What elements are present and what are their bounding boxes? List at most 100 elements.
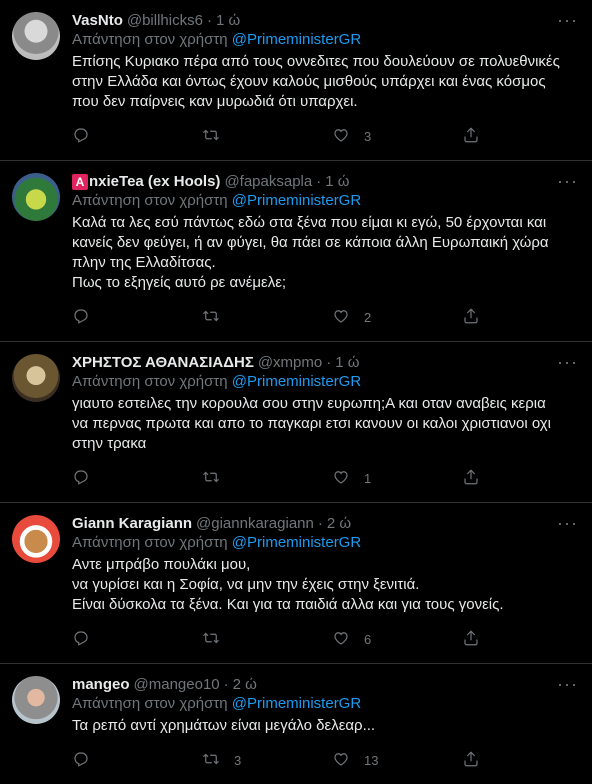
reply-button[interactable] [72, 629, 202, 650]
tweet-text-line: Καλά τα λες εσύ πάντως εδώ στα ξένα που … [72, 214, 547, 231]
tweet-text-line: να περνας πρωτα και απο το παγκαρι ετσι … [72, 415, 551, 432]
timestamp[interactable]: 1 ώ [216, 12, 240, 29]
separator-dot: · [317, 514, 323, 532]
mention-link[interactable]: @PrimeministerGR [232, 695, 361, 712]
tweet-text-line: γιαυτο εστειλες την κορουλα σου στην ευρ… [72, 395, 546, 412]
retweet-icon [202, 750, 220, 771]
reply-prefix: Απάντηση στον χρήστη [72, 534, 228, 551]
retweet-button[interactable] [202, 307, 332, 328]
reply-icon [72, 750, 90, 771]
retweet-icon [202, 126, 220, 147]
like-icon [332, 629, 350, 650]
share-icon [462, 307, 480, 328]
like-button[interactable]: 2 [332, 307, 462, 328]
display-name[interactable]: AnxieTea (ex Hools) [72, 173, 220, 190]
retweet-button[interactable] [202, 629, 332, 650]
timestamp[interactable]: 1 ώ [325, 173, 349, 190]
avatar[interactable] [12, 515, 60, 563]
tweet-text: Καλά τα λες εσύ πάντως εδώ στα ξένα που … [72, 213, 576, 293]
reply-context: Απάντηση στον χρήστη @PrimeministerGR [72, 533, 576, 553]
separator-dot: · [206, 11, 212, 29]
share-button[interactable] [462, 126, 480, 147]
display-name[interactable]: mangeo [72, 676, 130, 693]
reply-prefix: Απάντηση στον χρήστη [72, 192, 228, 209]
mention-link[interactable]: @PrimeministerGR [232, 373, 361, 390]
more-icon[interactable]: ··· [557, 675, 578, 693]
more-icon[interactable]: ··· [557, 172, 578, 190]
tweet[interactable]: ··· ΧΡΗΣΤΟΣ ΑΘΑΝΑΣΙΑΔΗΣ @xmpmo · 1 ώ Απάντηση… [0, 342, 592, 503]
share-button[interactable] [462, 468, 480, 489]
reply-icon [72, 307, 90, 328]
like-count: 3 [364, 128, 372, 144]
share-button[interactable] [462, 629, 480, 650]
user-handle[interactable]: @giannkaragiann [196, 515, 314, 532]
tweet-text-line: στην Ελλάδα και όντως έχουν καλούς μισθο… [72, 73, 546, 90]
display-name[interactable]: Giann Karagiann [72, 515, 192, 532]
action-bar: 6 [72, 615, 576, 663]
like-button[interactable]: 13 [332, 750, 462, 771]
tweet-text: γιαυτο εστειλες την κορουλα σου στην ευρ… [72, 394, 576, 454]
like-count: 13 [364, 752, 379, 768]
tweet-text: Αντε μπράβο πουλάκι μου, να γυρίσει και η… [72, 555, 576, 615]
display-name[interactable]: ΧΡΗΣΤΟΣ ΑΘΑΝΑΣΙΑΔΗΣ [72, 354, 254, 371]
user-handle[interactable]: @billhicks6 [127, 12, 203, 29]
more-icon[interactable]: ··· [557, 514, 578, 532]
retweet-button[interactable]: 3 [202, 750, 332, 771]
reply-button[interactable] [72, 126, 202, 147]
share-icon [462, 126, 480, 147]
user-handle[interactable]: @xmpmo [258, 354, 322, 371]
timestamp[interactable]: 1 ώ [335, 354, 359, 371]
more-icon[interactable]: ··· [557, 11, 578, 29]
tweet-header: mangeo @mangeo10 · 2 ώ [72, 674, 576, 694]
like-icon [332, 307, 350, 328]
mention-link[interactable]: @PrimeministerGR [232, 31, 361, 48]
display-name-text: nxieTea (ex Hools) [89, 172, 221, 190]
reply-context: Απάντηση στον χρήστη @PrimeministerGR [72, 694, 576, 714]
user-handle[interactable]: @mangeo10 [134, 676, 220, 693]
separator-dot: · [223, 675, 229, 693]
reply-button[interactable] [72, 468, 202, 489]
retweet-button[interactable] [202, 126, 332, 147]
retweet-icon [202, 307, 220, 328]
action-bar: 1 [72, 454, 576, 502]
timestamp[interactable]: 2 ώ [233, 676, 257, 693]
more-icon[interactable]: ··· [557, 353, 578, 371]
like-button[interactable]: 6 [332, 629, 462, 650]
tweet-text-line: Τα ρεπό αντί χρημάτων είναι μεγάλο δελεα… [72, 717, 376, 734]
like-count: 6 [364, 631, 372, 647]
display-name-text: ΧΡΗΣΤΟΣ ΑΘΑΝΑΣΙΑΔΗΣ [72, 353, 254, 371]
share-button[interactable] [462, 750, 480, 771]
like-button[interactable]: 3 [332, 126, 462, 147]
action-bar: 2 [72, 293, 576, 341]
retweet-count: 3 [234, 752, 242, 768]
user-handle[interactable]: @fapaksapla [224, 173, 312, 190]
avatar[interactable] [12, 12, 60, 60]
tweet-text-line: Επίσης Κυριακο πέρα από τους οννεδιτες π… [72, 53, 560, 70]
timestamp[interactable]: 2 ώ [327, 515, 351, 532]
mention-link[interactable]: @PrimeministerGR [232, 192, 361, 209]
tweet-text-line: πλην της Ελλαδίτσας. [72, 254, 216, 271]
tweet-text-line: Πως το εξηγείς αυτό ρε ανέμελε; [72, 274, 287, 291]
avatar[interactable] [12, 354, 60, 402]
retweet-button[interactable] [202, 468, 332, 489]
tweet-text-line: Αντε μπράβο πουλάκι μου, [72, 556, 251, 573]
reply-icon [72, 126, 90, 147]
reply-button[interactable] [72, 750, 202, 771]
avatar[interactable] [12, 173, 60, 221]
display-name-text: mangeo [72, 675, 130, 693]
tweet[interactable]: ··· mangeo @mangeo10 · 2 ώ Απάντηση στον χρήσ… [0, 664, 592, 784]
tweet[interactable]: ··· VasNto @billhicks6 · 1 ώ Απάντηση στον χρ… [0, 0, 592, 161]
like-button[interactable]: 1 [332, 468, 462, 489]
avatar[interactable] [12, 676, 60, 724]
tweet-header: VasNto @billhicks6 · 1 ώ [72, 10, 576, 30]
display-name[interactable]: VasNto [72, 12, 123, 29]
mention-link[interactable]: @PrimeministerGR [232, 534, 361, 551]
reply-feed: ··· VasNto @billhicks6 · 1 ώ Απάντηση στον χρ… [0, 0, 592, 784]
retweet-icon [202, 468, 220, 489]
tweet[interactable]: ··· AnxieTea (ex Hools) @fapaksapla · 1 ώ Απά… [0, 161, 592, 342]
share-icon [462, 629, 480, 650]
reply-prefix: Απάντηση στον χρήστη [72, 695, 228, 712]
reply-button[interactable] [72, 307, 202, 328]
tweet[interactable]: ··· Giann Karagiann @giannkaragiann · 2 ώ Απά… [0, 503, 592, 664]
share-button[interactable] [462, 307, 480, 328]
